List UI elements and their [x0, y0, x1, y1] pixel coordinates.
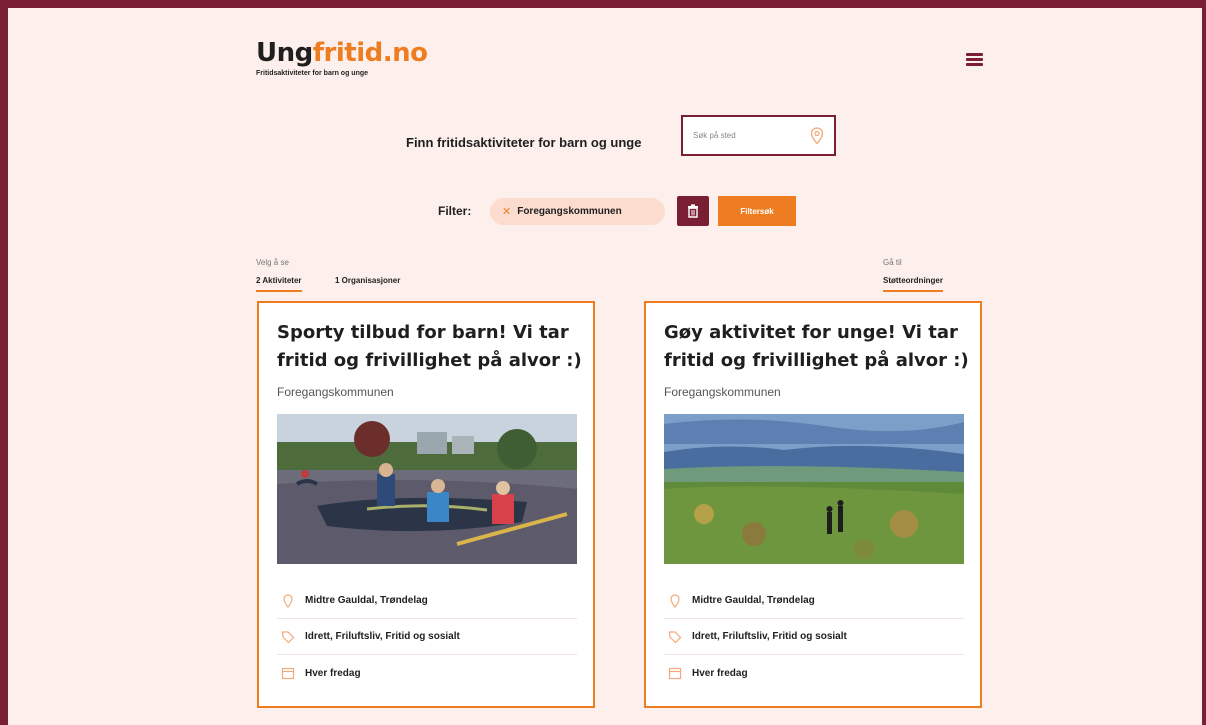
activity-card[interactable]: Gøy aktivitet for unge! Vi tar fritid og… — [644, 301, 982, 708]
goto-caption: Gå til — [883, 258, 902, 267]
logo-wordmark: Ungfritid.no — [256, 38, 428, 68]
tab-activities[interactable]: 2 Aktiviteter — [256, 276, 302, 292]
card-location: Midtre Gauldal, Trøndelag — [277, 583, 577, 619]
card-location: Midtre Gauldal, Trøndelag — [664, 583, 964, 619]
trash-icon — [688, 204, 698, 218]
page-frame: Ungfritid.no Fritidsaktiviteter for barn… — [0, 0, 1206, 725]
card-schedule-text: Hver fredag — [692, 667, 748, 679]
filter-chip[interactable]: ✕ Foregangskommunen — [490, 198, 665, 225]
location-pin-icon — [283, 593, 293, 608]
remove-filter-icon[interactable]: ✕ — [502, 205, 511, 218]
search-label: Finn fritidsaktiviteter for barn og unge — [406, 135, 642, 150]
activity-card[interactable]: Sporty tilbud for barn! Vi tar fritid og… — [257, 301, 595, 708]
filter-chip-label: Foregangskommunen — [517, 206, 622, 217]
calendar-icon — [668, 667, 682, 680]
site-logo[interactable]: Ungfritid.no Fritidsaktiviteter for barn… — [256, 38, 428, 77]
logo-part-orange: fritid.no — [312, 38, 428, 68]
card-schedule-text: Hver fredag — [305, 667, 361, 679]
support-schemes-link[interactable]: Støtteordninger — [883, 276, 943, 292]
card-organisation: Foregangskommunen — [664, 385, 781, 399]
clear-filters-button[interactable] — [677, 196, 709, 226]
card-image-canoe — [277, 414, 577, 564]
location-pin-icon — [670, 593, 680, 608]
card-schedule: Hver fredag — [664, 655, 964, 691]
filter-label: Filter: — [438, 204, 472, 218]
card-title[interactable]: Gøy aktivitet for unge! Vi tar fritid og… — [664, 319, 969, 375]
card-organisation: Foregangskommunen — [277, 385, 394, 399]
card-image-mountain — [664, 414, 964, 564]
card-tags: Idrett, Friluftsliv, Fritid og sosialt — [277, 619, 577, 655]
view-caption: Velg å se — [256, 258, 289, 267]
filter-search-button[interactable]: Filtersøk — [718, 196, 796, 226]
card-tags: Idrett, Friluftsliv, Fritid og sosialt — [664, 619, 964, 655]
hamburger-menu-icon[interactable] — [966, 53, 983, 66]
card-tags-text: Idrett, Friluftsliv, Fritid og sosialt — [692, 631, 847, 642]
location-search-field[interactable] — [681, 115, 836, 156]
card-tags-text: Idrett, Friluftsliv, Fritid og sosialt — [305, 631, 460, 642]
location-search-input[interactable] — [693, 131, 803, 140]
logo-tagline: Fritidsaktiviteter for barn og unge — [256, 70, 369, 77]
calendar-icon — [281, 667, 295, 680]
card-schedule: Hver fredag — [277, 655, 577, 691]
card-location-text: Midtre Gauldal, Trøndelag — [692, 595, 815, 606]
tag-icon — [281, 630, 295, 643]
card-title[interactable]: Sporty tilbud for barn! Vi tar fritid og… — [277, 319, 582, 375]
map-pin-icon[interactable] — [810, 127, 824, 145]
logo-part-dark: Ung — [256, 38, 313, 68]
card-location-text: Midtre Gauldal, Trøndelag — [305, 595, 428, 606]
tag-icon — [668, 630, 682, 643]
tab-organisations[interactable]: 1 Organisasjoner — [335, 276, 400, 285]
